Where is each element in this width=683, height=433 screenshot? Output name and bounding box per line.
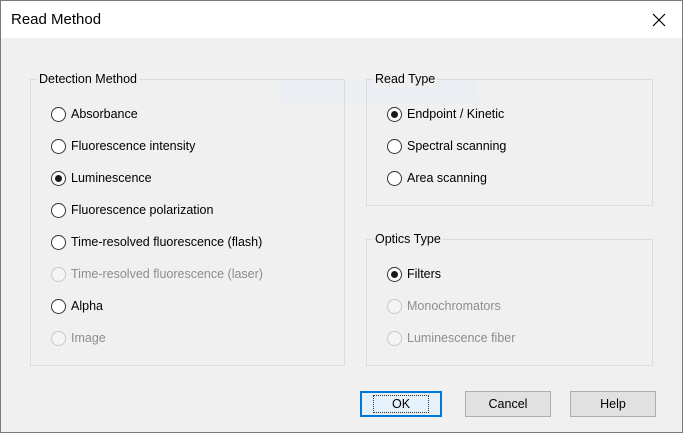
radio-button-selected[interactable] — [387, 266, 402, 282]
radio-label: Alpha — [71, 299, 103, 313]
radio-button-disabled — [51, 330, 66, 346]
radio-label: Absorbance — [71, 107, 138, 121]
radio-button-disabled — [387, 298, 402, 314]
radio-label: Image — [71, 331, 106, 345]
radio-filters[interactable]: Filters — [387, 265, 441, 283]
read-method-dialog: Read Method Detection Method Absorbance … — [0, 0, 683, 433]
radio-button-disabled — [387, 330, 402, 346]
radio-button-selected[interactable] — [51, 170, 66, 186]
close-icon — [652, 13, 666, 26]
radio-fluorescence-polarization[interactable]: Fluorescence polarization — [51, 201, 213, 219]
read-type-legend: Read Type — [373, 72, 438, 87]
optics-type-group: Optics Type Filters Monochromators Lumin… — [366, 232, 653, 366]
radio-button[interactable] — [51, 298, 66, 314]
optics-type-legend: Optics Type — [373, 232, 443, 247]
radio-button[interactable] — [51, 234, 66, 250]
radio-endpoint-kinetic[interactable]: Endpoint / Kinetic — [387, 105, 504, 123]
ok-button[interactable]: OK — [360, 391, 442, 417]
radio-button[interactable] — [387, 138, 402, 154]
radio-button[interactable] — [387, 170, 402, 186]
radio-label: Luminescence fiber — [407, 331, 516, 345]
radio-label: Luminescence — [71, 171, 152, 185]
radio-area-scanning[interactable]: Area scanning — [387, 169, 487, 187]
radio-label: Endpoint / Kinetic — [407, 107, 505, 121]
radio-luminescence[interactable]: Luminescence — [51, 169, 152, 187]
cancel-button[interactable]: Cancel — [465, 391, 551, 417]
radio-label: Monochromators — [407, 299, 501, 313]
ok-button-label: OK — [372, 395, 430, 413]
title-bar: Read Method — [1, 1, 682, 38]
radio-label: Time-resolved fluorescence (laser) — [71, 267, 263, 281]
radio-label: Time-resolved fluorescence (flash) — [71, 235, 263, 249]
cancel-button-label: Cancel — [488, 397, 528, 411]
radio-label: Area scanning — [407, 171, 487, 185]
detection-method-legend: Detection Method — [37, 72, 139, 87]
radio-button[interactable] — [51, 138, 66, 154]
radio-button[interactable] — [51, 106, 66, 122]
radio-trf-laser: Time-resolved fluorescence (laser) — [51, 265, 263, 283]
radio-alpha[interactable]: Alpha — [51, 297, 103, 315]
radio-label: Fluorescence polarization — [71, 203, 214, 217]
help-button[interactable]: Help — [570, 391, 656, 417]
radio-label: Fluorescence intensity — [71, 139, 196, 153]
radio-trf-flash[interactable]: Time-resolved fluorescence (flash) — [51, 233, 262, 251]
radio-button-selected[interactable] — [387, 106, 402, 122]
radio-monochromators: Monochromators — [387, 297, 501, 315]
radio-button[interactable] — [51, 202, 66, 218]
help-button-label: Help — [600, 397, 626, 411]
radio-label: Filters — [407, 267, 442, 281]
close-button[interactable] — [636, 1, 682, 38]
radio-fluorescence-intensity[interactable]: Fluorescence intensity — [51, 137, 195, 155]
radio-image: Image — [51, 329, 106, 347]
radio-button-disabled — [51, 266, 66, 282]
read-type-group: Read Type Endpoint / Kinetic Spectral sc… — [366, 72, 653, 206]
detection-method-group: Detection Method Absorbance Fluorescence… — [30, 72, 345, 366]
radio-absorbance[interactable]: Absorbance — [51, 105, 138, 123]
radio-luminescence-fiber: Luminescence fiber — [387, 329, 515, 347]
radio-spectral-scanning[interactable]: Spectral scanning — [387, 137, 506, 155]
window-title: Read Method — [11, 11, 102, 28]
radio-label: Spectral scanning — [407, 139, 507, 153]
